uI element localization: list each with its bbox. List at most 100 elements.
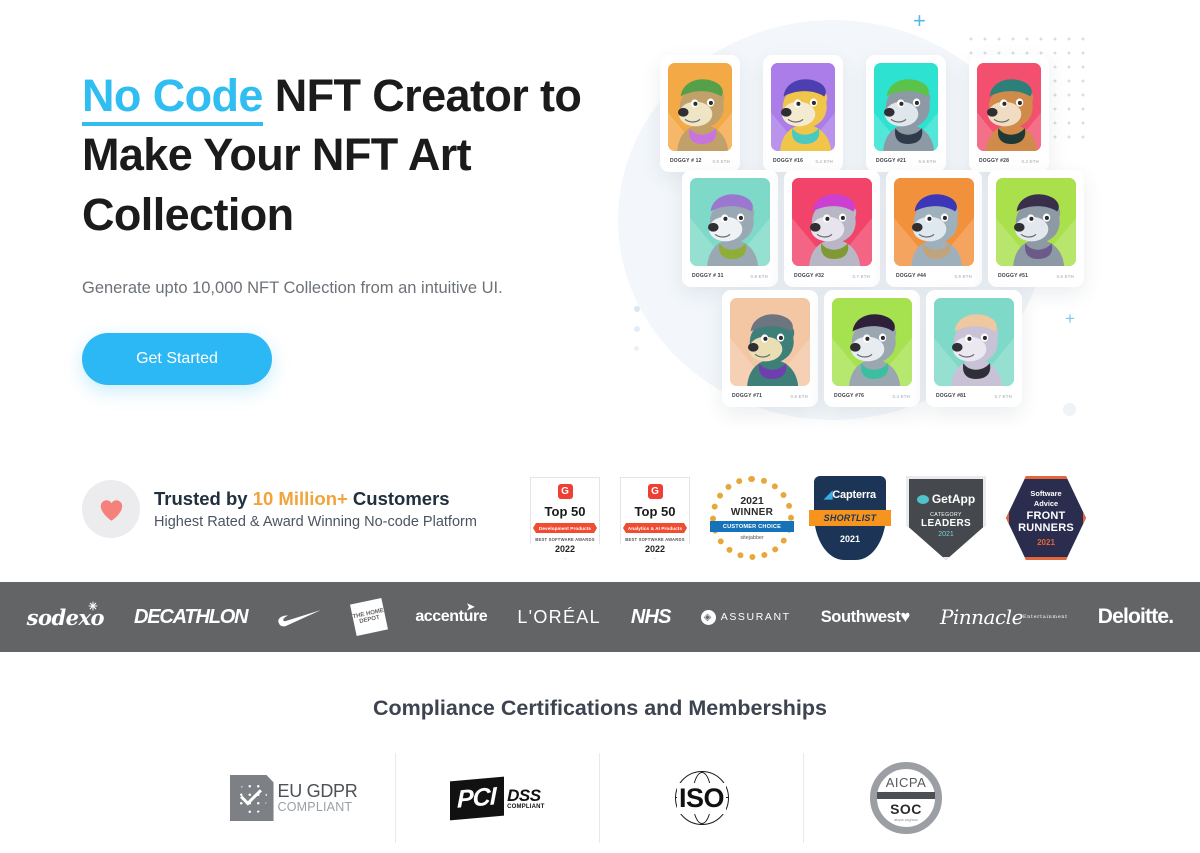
aicpa-soc-seal-icon: AICPA SOC aicpa.org/soc <box>870 762 942 834</box>
nft-card[interactable]: DOGGY #71 0.6 ETH <box>722 290 818 407</box>
nft-card-name: DOGGY #76 <box>834 393 865 399</box>
nft-card[interactable]: DOGGY #32 0.7 ETH <box>784 170 880 287</box>
logo-southwest: Southwest ♥ <box>820 607 911 626</box>
sodexo-star-icon: ✳ <box>88 599 98 613</box>
nft-card[interactable]: DOGGY # 31 0.8 ETH <box>682 170 778 287</box>
compliance-badge-aicpa-soc: AICPA SOC aicpa.org/soc <box>804 753 1008 843</box>
logo-nike <box>277 607 323 627</box>
nft-card[interactable]: DOGGY #51 0.5 ETH <box>988 170 1084 287</box>
nike-swoosh-icon <box>278 610 322 627</box>
nft-card-name: DOGGY #44 <box>896 273 927 279</box>
plus-decoration-right: + <box>1065 309 1075 328</box>
g2-rank-label: Top 50 <box>634 504 676 519</box>
nft-artwork <box>668 63 732 151</box>
assurant-icon: ◈ <box>700 609 716 625</box>
g2-year-label: 2022 <box>554 544 576 554</box>
soc-divider <box>877 791 935 799</box>
softwareadvice-brand-line1: Software <box>1030 488 1062 498</box>
award-badge-getapp[interactable]: GetApp CATEGORY LEADERS 2021 <box>906 476 986 560</box>
nft-card[interactable]: DOGGY #16 0.4 ETH <box>763 55 843 172</box>
compliance-badge-pci-dss: PCI DSS COMPLIANT <box>396 753 600 843</box>
nft-card-name: DOGGY # 12 <box>670 158 702 164</box>
seal-winner-label: WINNER <box>730 507 774 518</box>
nft-card-meta: DOGGY #71 0.6 ETH <box>730 386 810 407</box>
landing-page: + + DOGGY # 12 0.5 ETH DOGGY #16 0.4 ETH DOG… <box>0 0 1200 853</box>
hero-copy: No Code NFT Creator to Make Your NFT Art… <box>82 66 602 385</box>
soc-label: SOC <box>890 800 922 817</box>
nft-card-name: DOGGY #71 <box>732 393 763 399</box>
logo-decathlon: DECATHLON <box>134 605 248 628</box>
trust-banner: Trusted by 10 Million+ Customers Highest… <box>82 480 477 538</box>
dss-line2: COMPLIANT <box>507 803 545 810</box>
nft-card-price: 0.4 ETH <box>815 158 833 164</box>
compliance-badge-eu-gdpr: EU GDPR COMPLIANT <box>192 753 396 843</box>
nft-card-meta: DOGGY #28 0.3 ETH <box>977 151 1041 172</box>
nft-card-price: 0.7 ETH <box>852 273 870 279</box>
softwareadvice-year-label: 2021 <box>1037 538 1055 548</box>
get-started-button[interactable]: Get Started <box>82 332 272 385</box>
trust-customer-count: 10 Million+ <box>252 488 348 509</box>
capterra-year-label: 2021 <box>839 534 861 544</box>
accenture-arrow-icon: ➤ <box>466 602 475 613</box>
dot-decoration-b <box>634 306 640 312</box>
nft-card-price: 0.4 ETH <box>892 393 910 399</box>
award-badge-sitejabber[interactable]: 2021 WINNER CUSTOMER CHOICE sitejabber <box>710 476 794 560</box>
nft-card-meta: DOGGY #21 0.6 ETH <box>874 151 938 172</box>
hero-subheadline: Generate upto 10,000 NFT Collection from… <box>82 279 503 298</box>
trust-headline: Trusted by 10 Million+ Customers <box>154 488 477 510</box>
compliance-section: Compliance Certifications and Membership… <box>0 652 1200 853</box>
award-badge-capterra[interactable]: ◢Capterra SHORTLIST 2021 <box>809 476 891 560</box>
dss-text: DSS COMPLIANT <box>507 787 544 810</box>
nft-card[interactable]: DOGGY # 12 0.5 ETH <box>660 55 740 172</box>
aicpa-label: AICPA <box>885 774 927 790</box>
nft-artwork <box>792 178 872 266</box>
nft-card[interactable]: DOGGY #21 0.6 ETH <box>866 55 946 172</box>
seal-band-label: CUSTOMER CHOICE <box>710 521 794 532</box>
logo-accenture: accenture ➤ <box>415 602 488 625</box>
dot-decoration-a <box>1063 403 1076 416</box>
compliance-title: Compliance Certifications and Membership… <box>373 696 827 720</box>
nft-card-name: DOGGY #51 <box>998 273 1029 279</box>
nft-card[interactable]: DOGGY #81 0.7 ETH <box>926 290 1022 407</box>
nft-card-price: 0.3 ETH <box>1021 158 1039 164</box>
page-title: No Code NFT Creator to Make Your NFT Art… <box>82 66 602 244</box>
nft-card-price: 0.7 ETH <box>994 393 1012 399</box>
hero-artwork: + + DOGGY # 12 0.5 ETH DOGGY #16 0.4 ETH DOG… <box>600 0 1200 470</box>
nft-card-meta: DOGGY # 31 0.8 ETH <box>690 266 770 287</box>
g2-year-label: 2022 <box>644 544 666 554</box>
nft-card-name: DOGGY #32 <box>794 273 825 279</box>
nft-card-meta: DOGGY #51 0.5 ETH <box>996 266 1076 287</box>
nft-card[interactable]: DOGGY #28 0.3 ETH <box>969 55 1049 172</box>
softwareadvice-brand-line2: Advice <box>1033 498 1059 508</box>
iso-label: ISO <box>676 782 726 814</box>
nft-artwork <box>832 298 912 386</box>
trust-text: Trusted by 10 Million+ Customers Highest… <box>154 488 477 530</box>
award-badge-g2-development[interactable]: G Top 50 Development Products BEST SOFTW… <box>530 477 600 559</box>
nft-card-price: 0.9 ETH <box>954 273 972 279</box>
trust-suffix: Customers <box>347 488 450 509</box>
logo-loreal: L'ORÉAL <box>517 606 601 627</box>
award-badge-list: G Top 50 Development Products BEST SOFTW… <box>530 476 1086 560</box>
nft-card[interactable]: DOGGY #76 0.4 ETH <box>824 290 920 407</box>
compliance-badge-iso: ISO <box>600 753 804 843</box>
seal-source-label: sitejabber <box>740 535 764 541</box>
logo-nhs: NHS <box>630 605 672 628</box>
nft-card-meta: DOGGY #44 0.9 ETH <box>894 266 974 287</box>
logo-home-depot: THE HOME DEPOT <box>350 598 389 636</box>
nft-card[interactable]: DOGGY #44 0.9 ETH <box>886 170 982 287</box>
nft-card-meta: DOGGY #76 0.4 ETH <box>832 386 912 407</box>
frontrunners-line1: FRONT <box>1026 509 1066 522</box>
logo-assurant: ◈ ASSURANT <box>700 609 791 625</box>
award-badge-software-advice[interactable]: Software Advice FRONT RUNNERS 2021 <box>1006 476 1086 560</box>
nft-card-name: DOGGY #28 <box>979 158 1010 164</box>
nft-card-price: 0.5 ETH <box>712 158 730 164</box>
headline-accent: No Code <box>82 70 263 126</box>
nft-artwork <box>894 178 974 266</box>
trust-prefix: Trusted by <box>154 488 253 509</box>
nft-card-meta: DOGGY # 12 0.5 ETH <box>668 151 732 172</box>
trust-subtext: Highest Rated & Award Winning No-code Pl… <box>154 514 477 530</box>
capterra-brand-label: ◢Capterra <box>824 489 876 501</box>
award-badge-g2-analytics[interactable]: G Top 50 Analytics & AI Products BEST SO… <box>620 477 690 559</box>
nft-card-price: 0.6 ETH <box>790 393 808 399</box>
seal-year-label: 2021 <box>740 495 764 507</box>
